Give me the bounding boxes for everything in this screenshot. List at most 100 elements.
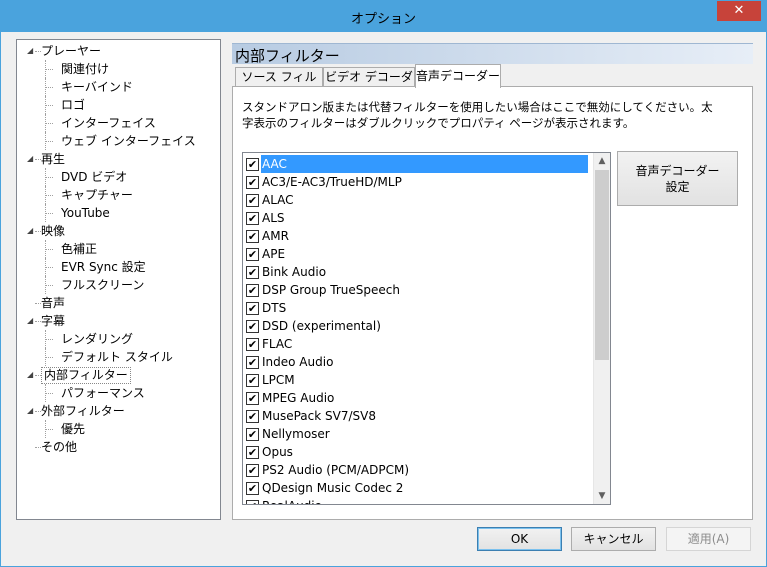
decoder-list-item[interactable]: ✔RealAudio [245,497,590,504]
decoder-list-item[interactable]: ✔ APE [245,245,590,263]
title-bar[interactable]: オプション ✕ [1,1,766,32]
decoder-list-item[interactable]: ✔ ALAC [245,191,590,209]
tree-item[interactable]: YouTube [17,204,217,222]
options-window: オプション ✕ ◢ プレーヤー関連付けキーバインドロゴインターフェイスウェブ イン… [0,0,767,567]
checkbox[interactable]: ✔ [246,482,259,495]
checkbox[interactable]: ✔ [246,500,259,504]
tree-item[interactable]: パフォーマンス [17,384,217,402]
decoder-list-item[interactable]: ✔ AC3/E-AC3/TrueHD/MLP [245,173,590,191]
checkbox[interactable]: ✔ [246,410,259,423]
decoder-label: Indeo Audio [262,355,334,369]
tree-item-label: 関連付け [61,62,110,76]
tree-item-label: DVD ビデオ [61,170,128,184]
checkbox[interactable]: ✔ [246,338,259,351]
decoder-list-item[interactable]: ✔ DSP Group TrueSpeech [245,281,590,299]
scroll-up-arrow-icon[interactable]: ▲ [594,153,610,169]
decoder-list[interactable]: ✔ AAC ✔ AC3/E-AC3/TrueHD/MLP ✔ ALAC ✔ ALS ✔ AMR ✔ A… [242,152,611,505]
checkbox[interactable]: ✔ [246,446,259,459]
checkbox[interactable]: ✔ [246,464,259,477]
decoder-label: AAC [261,155,588,173]
checkbox[interactable]: ✔ [246,194,259,207]
decoder-label: DTS [262,301,287,315]
tab-audio-decoders[interactable]: 音声デコーダー [415,64,501,88]
tree-item[interactable]: 音声 [17,294,217,312]
checkbox[interactable]: ✔ [246,374,259,387]
panel-title: 内部フィルター [235,47,340,65]
tree-item[interactable]: レンダリング [17,330,217,348]
tree-item[interactable]: インターフェイス [17,114,217,132]
tree-item[interactable]: 関連付け [17,60,217,78]
checkbox[interactable]: ✔ [246,248,259,261]
checkbox[interactable]: ✔ [246,320,259,333]
checkbox[interactable]: ✔ [246,356,259,369]
decoder-list-item[interactable]: ✔ MPEG Audio [245,389,590,407]
tree-item[interactable]: ◢ 再生 [17,150,217,168]
decoder-list-item[interactable]: ✔ Nellymoser [245,425,590,443]
tree-connector [45,393,53,394]
tree-item[interactable]: DVD ビデオ [17,168,217,186]
ok-button[interactable]: OK [477,527,562,551]
decoder-list-item[interactable]: ✔ ALS [245,209,590,227]
decoder-list-item[interactable]: ✔ AAC [245,155,590,173]
audio-decoder-settings-button[interactable]: 音声デコーダー 設定 [617,151,738,206]
settings-tree[interactable]: ◢ プレーヤー関連付けキーバインドロゴインターフェイスウェブ インターフェイス ◢ 再… [16,39,221,520]
decoder-label: MusePack SV7/SV8 [262,409,376,423]
tree-item-label: 映像 [41,224,66,238]
tab-source-filters[interactable]: ソース フィルター [235,67,323,102]
tree-item[interactable]: ◢ プレーヤー [17,42,217,60]
tree-item-label: ウェブ インターフェイス [61,134,196,148]
tree-item[interactable]: その他 [17,438,217,456]
tab-video-decoders[interactable]: ビデオ デコーダー [323,67,415,102]
tree-item[interactable]: キャプチャー [17,186,217,204]
cancel-button[interactable]: キャンセル [571,527,656,551]
tree-item[interactable]: EVR Sync 設定 [17,258,217,276]
tree-connector [45,285,53,286]
checkbox[interactable]: ✔ [246,176,259,189]
scroll-down-arrow-icon[interactable]: ▼ [594,488,610,504]
decoder-list-item[interactable]: ✔ FLAC [245,335,590,353]
decoder-label: Nellymoser [262,427,330,441]
decoder-list-item[interactable]: ✔ DTS [245,299,590,317]
list-scrollbar[interactable]: ▲ ▼ [593,153,610,504]
tree-item[interactable]: ウェブ インターフェイス [17,132,217,150]
checkbox[interactable]: ✔ [246,284,259,297]
decoder-list-item[interactable]: ✔ DSD (experimental) [245,317,590,335]
checkbox[interactable]: ✔ [246,212,259,225]
decoder-list-item[interactable]: ✔ PS2 Audio (PCM/ADPCM) [245,461,590,479]
decoder-label: AC3/E-AC3/TrueHD/MLP [262,175,402,189]
checkbox[interactable]: ✔ [246,392,259,405]
decoder-list-item[interactable]: ✔ Bink Audio [245,263,590,281]
decoder-list-item[interactable]: ✔ MusePack SV7/SV8 [245,407,590,425]
tree-item-label: パフォーマンス [61,386,145,400]
tree-item-label: 色補正 [61,242,98,256]
tree-item[interactable]: 色補正 [17,240,217,258]
tree-item[interactable]: ◢ 内部フィルター [17,366,217,384]
decoder-list-item[interactable]: ✔ QDesign Music Codec 2 [245,479,590,497]
checkbox[interactable]: ✔ [246,266,259,279]
tree-connector [45,213,53,214]
window-title: オプション [350,12,416,27]
settings-button-line2: 設定 [665,180,690,194]
decoder-label: PS2 Audio (PCM/ADPCM) [262,463,410,477]
checkbox[interactable]: ✔ [246,158,259,171]
tree-item[interactable]: ロゴ [17,96,217,114]
scroll-thumb[interactable] [595,170,609,360]
decoder-list-item[interactable]: ✔ AMR [245,227,590,245]
tree-item[interactable]: ◢ 外部フィルター [17,402,217,420]
tree-item[interactable]: フルスクリーン [17,276,217,294]
tree-item[interactable]: ◢ 映像 [17,222,217,240]
checkbox[interactable]: ✔ [246,230,259,243]
tree-connector [45,357,53,358]
decoder-list-item[interactable]: ✔ LPCM [245,371,590,389]
tree-item[interactable]: 優先 [17,420,217,438]
decoder-list-item[interactable]: ✔ Indeo Audio [245,353,590,371]
close-button[interactable]: ✕ [717,1,761,21]
tree-item-label: ロゴ [61,98,86,112]
tree-item[interactable]: ◢ 字幕 [17,312,217,330]
tree-item[interactable]: キーバインド [17,78,217,96]
checkbox[interactable]: ✔ [246,302,259,315]
apply-button[interactable]: 適用(A) [666,527,751,551]
checkbox[interactable]: ✔ [246,428,259,441]
decoder-list-item[interactable]: ✔ Opus [245,443,590,461]
tree-item[interactable]: デフォルト スタイル [17,348,217,366]
